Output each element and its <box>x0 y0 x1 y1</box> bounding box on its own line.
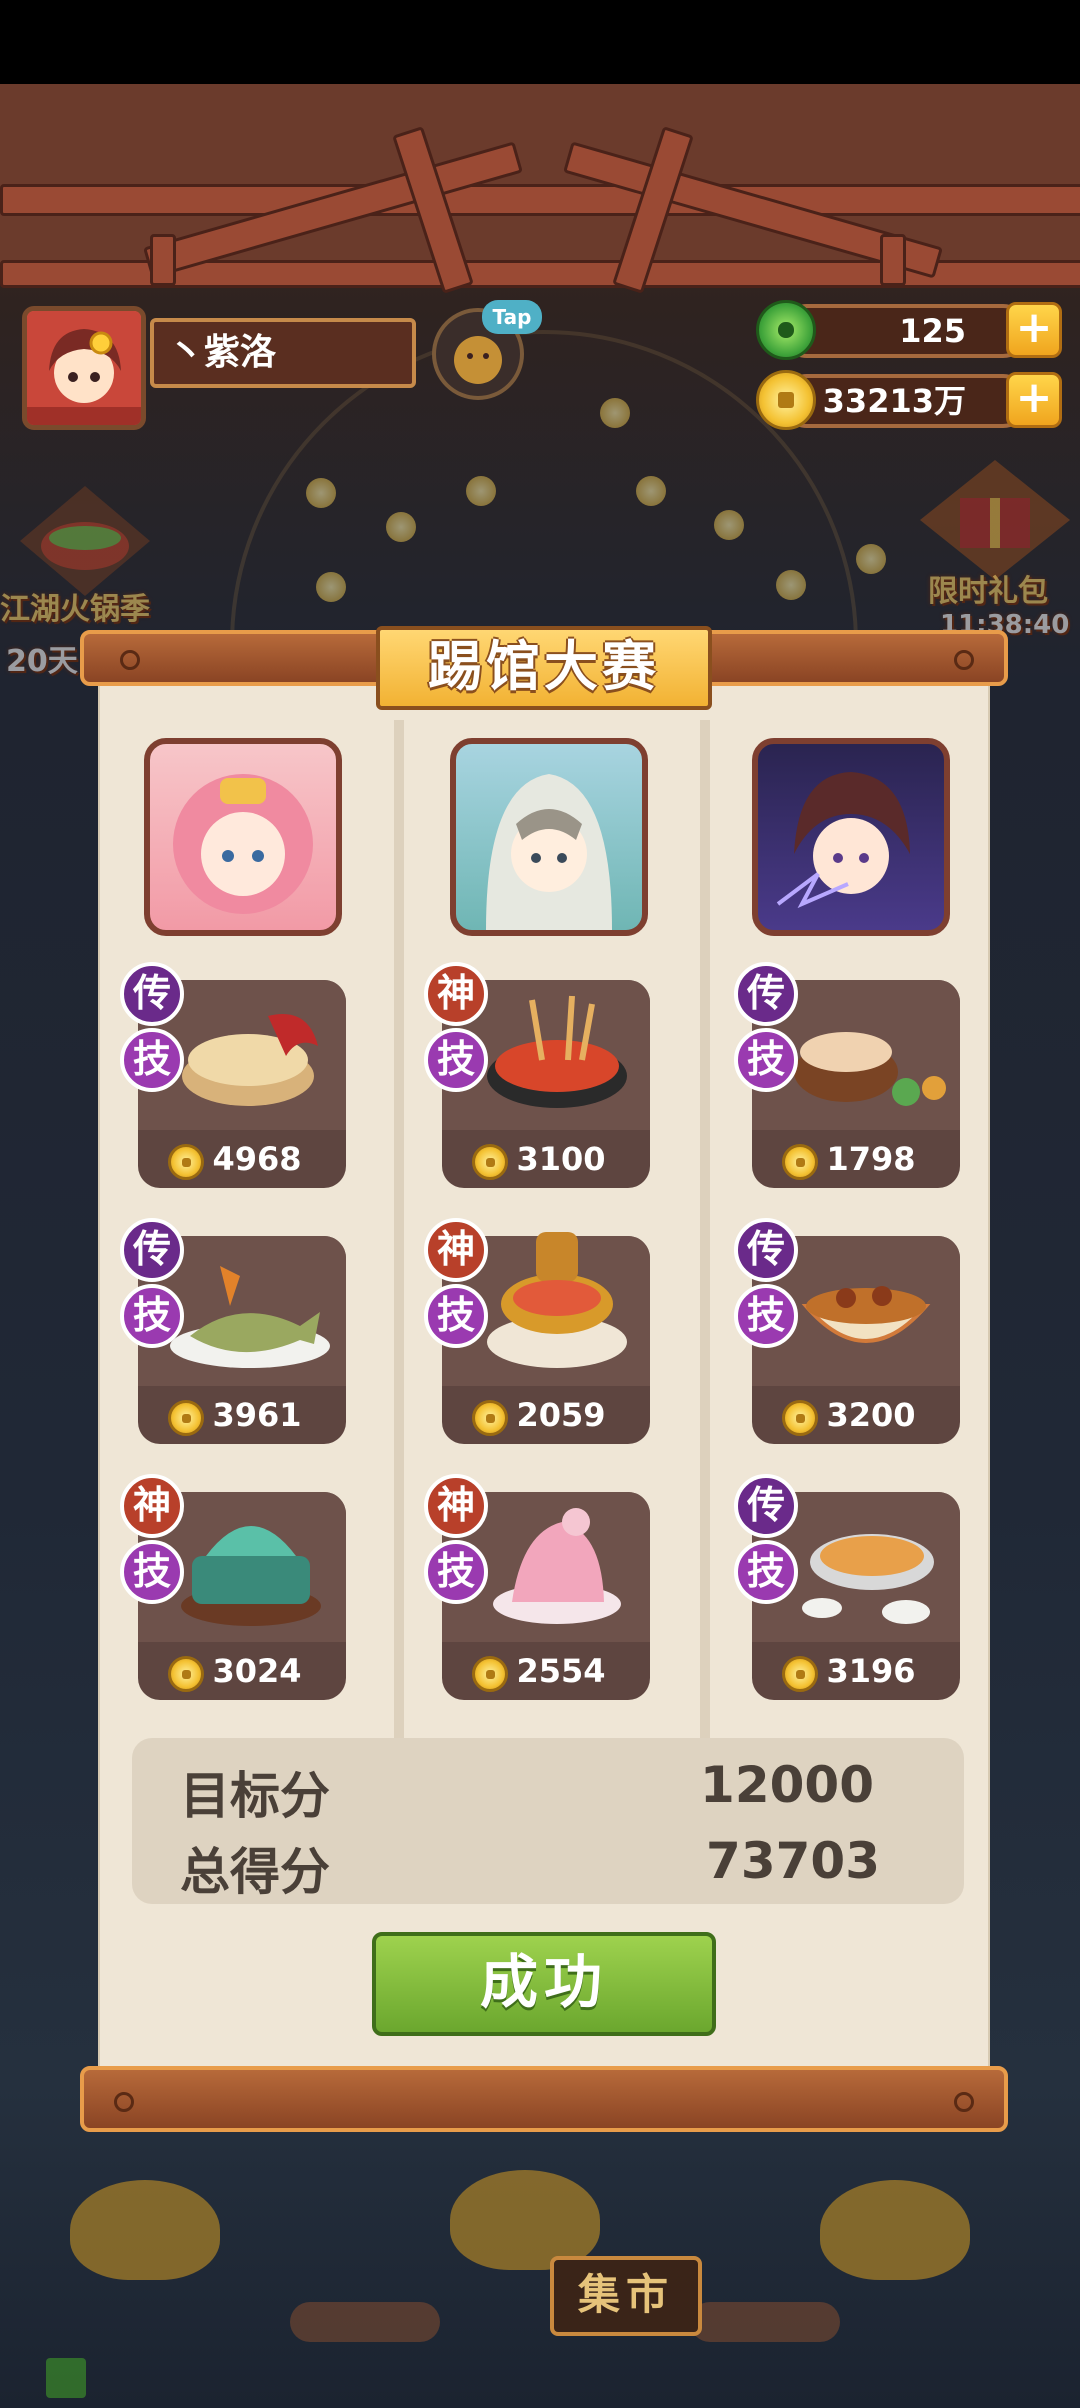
coin-icon <box>472 1656 508 1692</box>
god-rank-badge: 神 <box>120 1474 184 1538</box>
dish-card[interactable]: 1798 传 技 <box>734 962 960 1188</box>
dish-score: 3024 <box>138 1646 346 1700</box>
tap-badge[interactable]: Tap <box>482 300 542 334</box>
gift-box-icon <box>920 460 1070 580</box>
coin-icon <box>168 1400 204 1436</box>
scroll-rod-bottom <box>80 2066 1008 2132</box>
dish-card[interactable]: 3200 传 技 <box>734 1218 960 1444</box>
dumpling-steamer-icon <box>182 1014 318 1106</box>
market-button[interactable]: 集市 <box>550 2256 702 2336</box>
stepping-stone <box>290 2302 440 2342</box>
coin-icon <box>782 1144 818 1180</box>
dish-score: 3100 <box>442 1134 650 1188</box>
success-button[interactable]: 成功 <box>372 1932 716 2036</box>
dish-card[interactable]: 3961 传 技 <box>120 1218 346 1444</box>
status-bar <box>0 0 1080 84</box>
hotpot-event-label: 江湖火锅季 <box>0 592 150 627</box>
dish-score: 1798 <box>752 1134 960 1188</box>
chef-portrait-3 <box>752 738 950 936</box>
god-rank-badge: 神 <box>424 962 488 1026</box>
dish-card[interactable]: 2059 神 技 <box>424 1218 650 1444</box>
legend-rank-badge: 传 <box>734 1218 798 1282</box>
duck-boat-decoration <box>70 2180 220 2280</box>
pink-cake-icon <box>493 1508 621 1624</box>
skill-badge: 技 <box>424 1028 488 1092</box>
dish-card[interactable]: 3024 神 技 <box>120 1474 346 1700</box>
legend-rank-badge: 传 <box>734 1474 798 1538</box>
jade-amount: 125 <box>899 312 966 350</box>
hotpot-icon <box>20 486 150 596</box>
dish-score: 3961 <box>138 1390 346 1444</box>
golden-feast-icon <box>487 1232 627 1368</box>
roof-background <box>0 84 1080 294</box>
duck-boat-decoration <box>820 2180 970 2280</box>
gift-pack-label: 限时礼包 <box>928 574 1048 609</box>
coin-icon <box>168 1144 204 1180</box>
dish-score: 4968 <box>138 1134 346 1188</box>
god-rank-badge: 神 <box>424 1218 488 1282</box>
skill-badge: 技 <box>734 1028 798 1092</box>
skewer-hotpot-icon <box>487 995 627 1108</box>
score-summary: 目标分 12000 总得分 73703 <box>132 1738 964 1904</box>
dish-card[interactable]: 3196 传 技 <box>734 1474 960 1700</box>
player-name: 丶紫洛 <box>150 318 416 388</box>
chef-portrait-1 <box>144 738 342 936</box>
dish-card[interactable]: 3100 神 技 <box>424 962 650 1188</box>
steamed-fish-icon <box>170 1266 330 1368</box>
add-coins-button[interactable]: + <box>1006 372 1062 428</box>
gift-pack-button[interactable] <box>920 460 1070 580</box>
coin-counter: 33213万 <box>780 374 1030 428</box>
dish-score: 3200 <box>752 1390 960 1444</box>
player-avatar[interactable] <box>22 306 146 430</box>
chef-portrait-2 <box>450 738 648 936</box>
skill-badge: 技 <box>734 1540 798 1604</box>
skill-badge: 技 <box>120 1540 184 1604</box>
dish-score: 2554 <box>442 1646 650 1700</box>
column-divider <box>700 720 710 1740</box>
coin-icon <box>472 1144 508 1180</box>
total-score-value: 73703 <box>706 1832 880 1890</box>
add-jade-button[interactable]: + <box>1006 302 1062 358</box>
skill-badge: 技 <box>424 1540 488 1604</box>
coin-icon <box>756 370 816 430</box>
hotpot-event-button[interactable] <box>20 486 150 596</box>
column-divider <box>394 720 404 1740</box>
total-score-label: 总得分 <box>180 1843 330 1901</box>
noodle-soup-icon <box>802 1534 934 1624</box>
dish-card[interactable]: 4968 传 技 <box>120 962 346 1188</box>
shrimp-dumpling-icon <box>794 1032 946 1106</box>
jade-counter: 125 <box>780 304 1030 358</box>
coin-icon <box>782 1400 818 1436</box>
skill-badge: 技 <box>120 1284 184 1348</box>
duck-boat-decoration <box>450 2170 600 2270</box>
target-score-label: 目标分 <box>180 1767 330 1825</box>
skill-badge: 技 <box>734 1284 798 1348</box>
hotpot-event-days: 20天 <box>6 644 78 679</box>
legend-rank-badge: 传 <box>120 1218 184 1282</box>
skill-badge: 技 <box>120 1028 184 1092</box>
god-rank-badge: 神 <box>424 1474 488 1538</box>
braised-bowl-icon <box>801 1286 931 1343</box>
modal-title: 踢馆大赛 <box>376 626 712 710</box>
dish-card[interactable]: 2554 神 技 <box>424 1474 650 1700</box>
dish-score: 3196 <box>752 1646 960 1700</box>
coin-icon <box>782 1656 818 1692</box>
corner-icon[interactable] <box>46 2358 86 2398</box>
coin-amount: 33213万 <box>822 382 966 420</box>
coin-icon <box>168 1656 204 1692</box>
legend-rank-badge: 传 <box>120 962 184 1026</box>
jade-cake-icon <box>181 1526 321 1626</box>
stepping-stone <box>690 2302 840 2342</box>
jade-icon <box>756 300 816 360</box>
coin-icon <box>472 1400 508 1436</box>
skill-badge: 技 <box>424 1284 488 1348</box>
dish-score: 2059 <box>442 1390 650 1444</box>
target-score-value: 12000 <box>700 1756 874 1814</box>
legend-rank-badge: 传 <box>734 962 798 1026</box>
